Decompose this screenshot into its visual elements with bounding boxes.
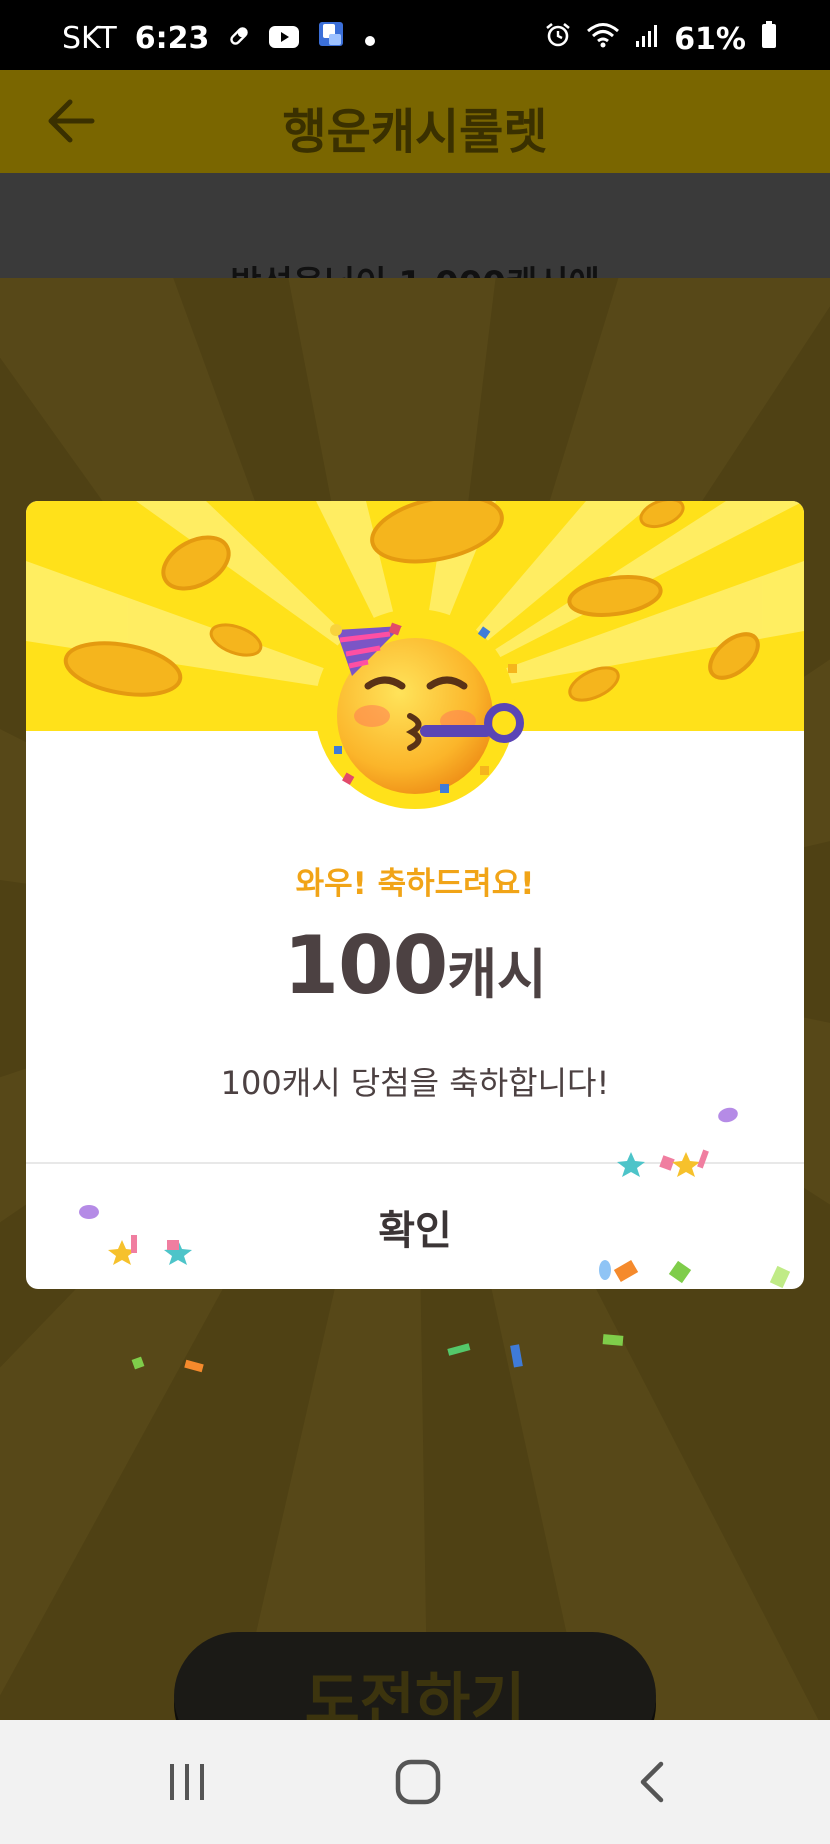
battery-icon [760,20,778,58]
dot-icon [363,21,377,56]
recent-apps-icon[interactable] [127,1720,247,1844]
app-header: 행운캐시룰렛 [0,70,830,173]
page-title: 행운캐시룰렛 [282,104,548,160]
system-nav-bar [0,1720,830,1844]
challenge-button[interactable]: 도전하기 [174,1632,656,1720]
status-right: 61% [544,20,778,58]
alarm-icon [544,21,572,57]
signal-icon [634,22,660,57]
clock: 6:23 [134,20,210,56]
reward-amount: 100캐시 [26,919,804,1012]
reward-amount-number: 100 [283,919,448,1012]
status-bar: SKT 6:23 61% [0,0,830,70]
app-notification-icon [317,20,345,56]
status-left: SKT 6:23 [62,20,377,56]
carrier-label: SKT [62,20,117,56]
back-chevron-icon[interactable] [592,1720,712,1844]
wifi-icon [586,21,620,57]
pill-icon [227,21,251,56]
home-icon[interactable] [358,1720,478,1844]
screen: SKT 6:23 61% 행운캐시룰렛 도전하기 와우! 축하드려요! 100캐… [0,0,830,1844]
dialog-message: 100캐시 당첨을 축하합니다! [220,1064,610,1102]
partying-face-icon [330,606,530,806]
dialog-subtitle: 와우! 축하드려요! [295,866,535,902]
youtube-icon [269,21,300,56]
notice-banner: 방석용님이 1,000캐시에 [0,173,830,304]
confirm-button[interactable]: 확인 [26,1164,804,1289]
battery-percent: 61% [674,21,746,57]
reward-amount-unit: 캐시 [447,943,547,1006]
reward-dialog: 와우! 축하드려요! 100캐시 100캐시 당첨을 축하합니다! 확인 [26,501,804,1289]
